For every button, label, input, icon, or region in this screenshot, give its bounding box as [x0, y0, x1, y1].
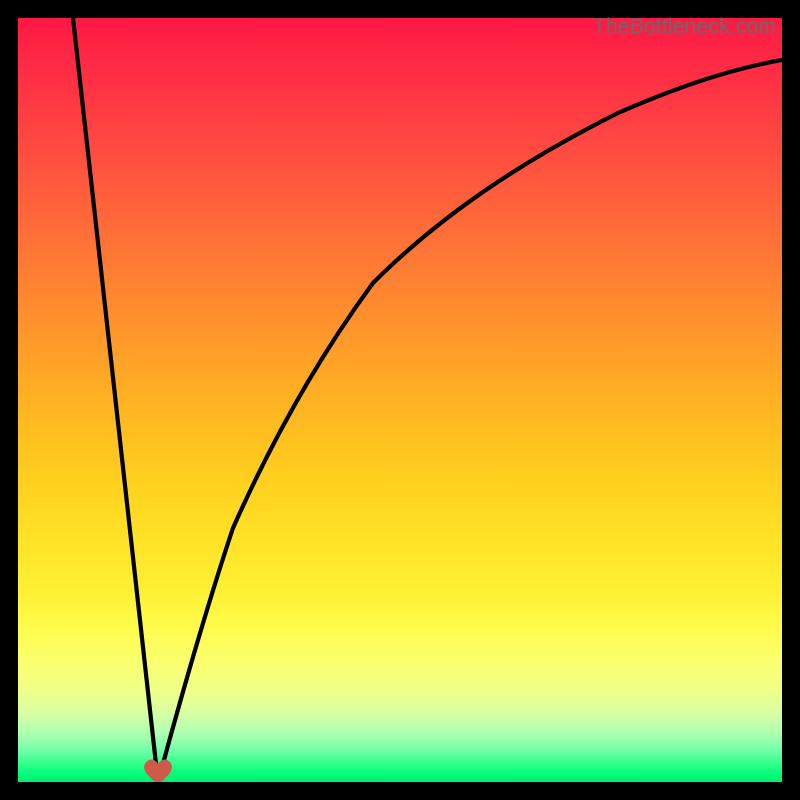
chart-frame: TheBottleneck.com	[18, 18, 782, 782]
chart-curves	[18, 18, 782, 782]
watermark-text: TheBottleneck.com	[593, 15, 776, 39]
bottleneck-curve	[73, 18, 782, 782]
